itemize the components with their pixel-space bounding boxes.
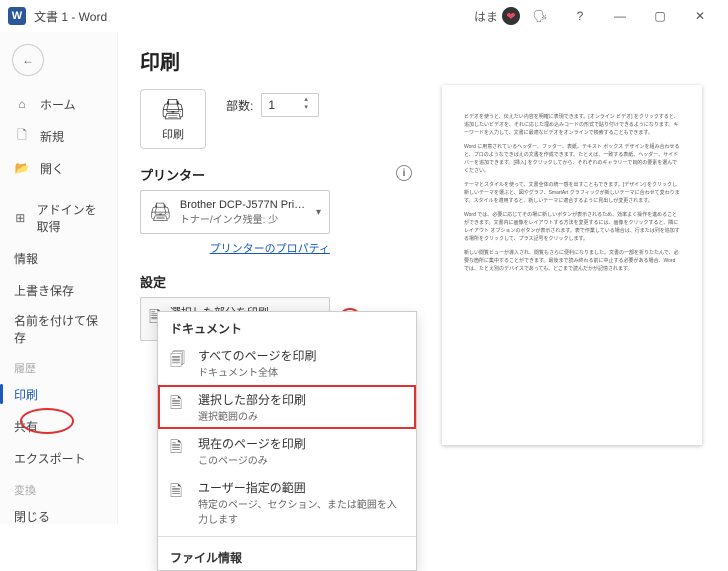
page-icon: 🗎 [170,481,188,506]
nav-label: アドインを取得 [37,201,103,235]
nav-label: 印刷 [14,386,38,403]
chevron-down-icon: ▾ [304,103,316,111]
printer-dropdown[interactable]: 🖨 Brother DCP-J577N Pri… トナー/インク残量: 少 ▾ [140,190,330,234]
preview-body: ビデオを使うと、伝えたい内容を明確に表現できます。[オンライン ビデオ] をクリ… [442,85,702,307]
opt-subtitle: 特定のページ、セクション、または範囲を入力します [198,496,404,526]
printer-heading: プリンター i [140,165,420,184]
nav-label: 情報 [14,250,38,267]
new-icon: 🗋 [14,126,30,147]
print-preview: ビデオを使うと、伝えたい内容を明確に表現できます。[オンライン ビデオ] をクリ… [442,85,702,445]
copies-label: 部数: [226,97,253,114]
help-button[interactable]: ? [560,0,600,32]
copies-spinner[interactable]: ▴▾ [304,95,316,115]
chevron-down-icon: ▾ [316,207,321,218]
nav-export[interactable]: エクスポート [0,442,117,474]
open-icon: 📂 [14,161,30,175]
annotation-circle-print [20,408,74,434]
copies-value: 1 [268,98,275,112]
page-title: 印刷 [140,46,420,75]
nav-addins[interactable]: ⊞ アドインを取得 [0,202,117,234]
opt-title: 選択した部分を印刷 [198,391,306,408]
nav-label: エクスポート [14,450,86,467]
document-title: 文書 1 - Word [34,8,107,25]
titlebar: W 文書 1 - Word はま ❤ 🗣 ? — ▢ ✕ [0,0,728,32]
separator [158,536,416,537]
opt-current-page[interactable]: 🗎 現在のページを印刷このページのみ [158,429,416,473]
maximize-button[interactable]: ▢ [640,0,680,32]
preview-paragraph: Word では、必要に応じてその場に新しいボタンが表示されるため、効率よく操作を… [464,211,680,243]
printer-icon: 🖨 [160,97,185,122]
nav-open[interactable]: 📂 開く [0,152,117,184]
nav-close[interactable]: 閉じる [0,500,117,532]
opt-title: 現在のページを印刷 [198,435,306,452]
nav-print[interactable]: 印刷 [0,378,117,410]
preview-paragraph: 新しい閲覧ビューが導入され、閲覧もさらに便利になりました。文書の一部を折りたたん… [464,249,680,273]
dropdown-group-document: ドキュメント [158,312,416,341]
nav-home[interactable]: ⌂ ホーム [0,88,117,120]
page-icon: 🗎 [170,393,188,418]
nav-save[interactable]: 上書き保存 [0,274,117,306]
word-app-icon: W [8,7,26,25]
print-button[interactable]: 🖨 印刷 [140,89,206,149]
close-button[interactable]: ✕ [680,0,720,32]
addins-icon: ⊞ [14,211,27,225]
opt-all-pages[interactable]: 🗐 すべてのページを印刷ドキュメント全体 [158,341,416,385]
nav-label: 新規 [40,128,64,145]
nav-label: 上書き保存 [14,282,74,299]
printer-name: Brother DCP-J577N Pri… [180,199,308,211]
dropdown-group-fileinfo: ファイル情報 [158,541,416,570]
opt-subtitle: 選択範囲のみ [198,408,306,423]
opt-subtitle: ドキュメント全体 [198,364,316,379]
nav-label: 閉じる [14,508,50,525]
info-icon[interactable]: i [396,165,412,181]
nav-new[interactable]: 🗋 新規 [0,120,117,152]
arrow-left-icon: ← [22,53,34,67]
opt-title: すべてのページを印刷 [198,347,316,364]
home-icon: ⌂ [14,97,30,111]
opt-custom-range[interactable]: 🗎 ユーザー指定の範囲特定のページ、セクション、または範囲を入力します [158,473,416,532]
nav-section-transform: 変換 [0,474,117,500]
nav-label: 名前を付けて保存 [14,312,103,346]
copies-input[interactable]: 1 ▴▾ [261,93,319,117]
nav-info[interactable]: 情報 [0,242,117,274]
heart-icon: ❤ [506,10,515,23]
preview-paragraph: Word に用意されているヘッダー、フッター、表紙、テキスト ボックス デザイン… [464,143,680,175]
printer-device-icon: 🖨 [149,202,172,223]
minimize-button[interactable]: — [600,0,640,32]
opt-title: ユーザー指定の範囲 [198,479,404,496]
back-button[interactable]: ← [12,44,44,76]
printer-status: トナー/インク残量: 少 [180,211,308,226]
printer-properties-link[interactable]: プリンターのプロパティ [140,240,330,256]
feedback-icon[interactable]: 🗣 [520,0,560,32]
user-avatar[interactable]: ❤ [502,7,520,25]
page-icon: 🗎 [170,437,188,462]
nav-section-history: 履歴 [0,352,117,378]
opt-subtitle: このページのみ [198,452,306,467]
nav-saveas[interactable]: 名前を付けて保存 [0,306,117,352]
print-button-label: 印刷 [162,126,184,142]
settings-heading: 設定 [140,272,420,291]
opt-selection[interactable]: 🗎 選択した部分を印刷選択範囲のみ [158,385,416,429]
print-range-menu: ドキュメント 🗐 すべてのページを印刷ドキュメント全体 🗎 選択した部分を印刷選… [157,311,417,571]
pages-icon: 🗐 [170,349,188,374]
preview-paragraph: テーマとスタイルを使って、文書全体の統一感を出すこともできます。[デザイン] を… [464,181,680,205]
preview-paragraph: ビデオを使うと、伝えたい内容を明確に表現できます。[オンライン ビデオ] をクリ… [464,113,680,137]
user-name: はま [474,8,498,25]
nav-label: ホーム [40,96,76,113]
chevron-up-icon: ▴ [304,95,316,103]
backstage-sidebar: ← ⌂ ホーム 🗋 新規 📂 開く ⊞ アドインを取得 情報 上書き保存 名前を付けて保… [0,32,118,524]
nav-label: 開く [40,160,64,177]
